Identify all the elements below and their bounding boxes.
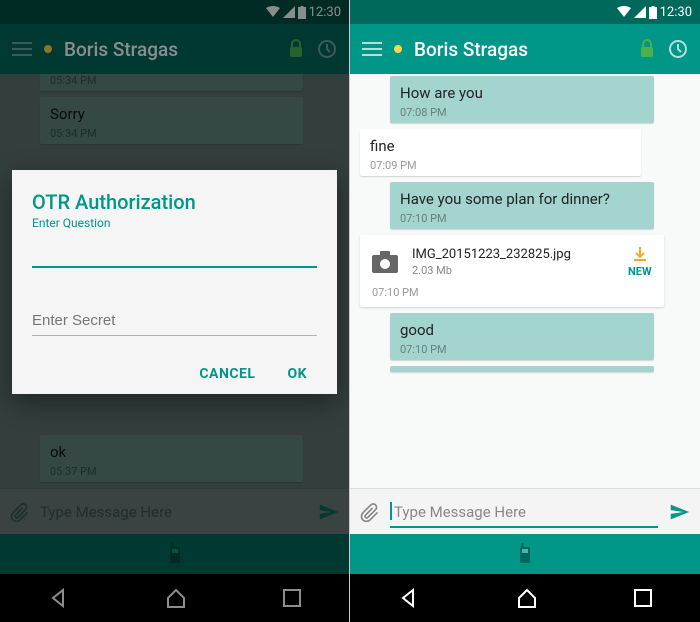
dialog-subtitle: Enter Question	[32, 216, 317, 230]
dialog-actions: CANCEL OK	[32, 366, 317, 382]
composer: Type Message Here	[350, 488, 700, 534]
camera-icon	[372, 251, 398, 273]
menu-icon[interactable]	[362, 42, 382, 56]
message-text: Have you some plan for dinner?	[400, 190, 644, 208]
message-time: 07:10 PM	[400, 212, 644, 225]
status-icons: 12:30	[617, 5, 692, 20]
status-bar: 12:30	[350, 0, 700, 24]
secret-input[interactable]	[32, 306, 317, 336]
message-bubble-in[interactable]: fine 07:09 PM	[360, 129, 641, 176]
nav-bar	[350, 574, 700, 622]
send-icon[interactable]	[668, 501, 690, 523]
nav-back-icon[interactable]	[397, 586, 421, 610]
contact-name[interactable]: Boris Stragas	[414, 38, 626, 61]
phone-left-screen: 12:30 Boris Stragas 05:34 PM Sorry 05:34…	[0, 0, 350, 622]
question-input[interactable]	[32, 238, 317, 268]
attach-icon[interactable]	[360, 502, 380, 522]
compose-input[interactable]: Type Message Here	[390, 496, 658, 528]
otr-dialog: OTR Authorization Enter Question CANCEL …	[12, 170, 337, 394]
message-bubble-out[interactable]: Have you some plan for dinner? 07:10 PM	[390, 182, 654, 229]
attachment-size: 2.03 Mb	[412, 264, 614, 277]
message-text: fine	[370, 137, 631, 155]
new-badge: NEW	[628, 265, 652, 278]
dialog-title: OTR Authorization	[32, 190, 317, 214]
attachment-filename: IMG_20151223_232825.jpg	[412, 247, 614, 262]
message-time: 07:10 PM	[400, 343, 644, 356]
message-bubble-out[interactable]: How are you 07:08 PM	[390, 76, 654, 123]
status-time: 12:30	[660, 5, 692, 20]
wifi-icon	[617, 6, 631, 18]
message-time: 07:09 PM	[370, 159, 631, 172]
ok-button[interactable]: OK	[287, 366, 307, 382]
download-icon	[631, 245, 649, 263]
clock-icon[interactable]	[668, 39, 688, 59]
chat-body: How are you 07:08 PM fine 07:09 PM Have …	[350, 74, 700, 488]
walkie-icon[interactable]	[517, 543, 533, 565]
phone-right-screen: 12:30 Boris Stragas How are you 07:08 PM…	[350, 0, 700, 622]
presence-dot	[394, 45, 402, 53]
signal-icon	[634, 6, 646, 18]
attachment-time: 07:10 PM	[372, 286, 652, 299]
action-bar: Boris Stragas	[350, 24, 700, 74]
lock-icon[interactable]	[638, 39, 656, 59]
message-text: How are you	[400, 84, 644, 102]
download-button[interactable]: NEW	[628, 245, 652, 278]
nav-home-icon[interactable]	[515, 586, 539, 610]
message-text: good	[400, 321, 644, 339]
attachment-bubble[interactable]: IMG_20151223_232825.jpg 2.03 Mb NEW 07:1…	[360, 235, 664, 307]
message-bubble-out[interactable]	[390, 366, 654, 372]
message-bubble-out[interactable]: good 07:10 PM	[390, 313, 654, 360]
message-time: 07:08 PM	[400, 106, 644, 119]
cancel-button[interactable]: CANCEL	[199, 366, 255, 382]
bottom-toolbar	[350, 534, 700, 574]
nav-recent-icon[interactable]	[633, 588, 653, 608]
battery-icon	[649, 6, 657, 19]
